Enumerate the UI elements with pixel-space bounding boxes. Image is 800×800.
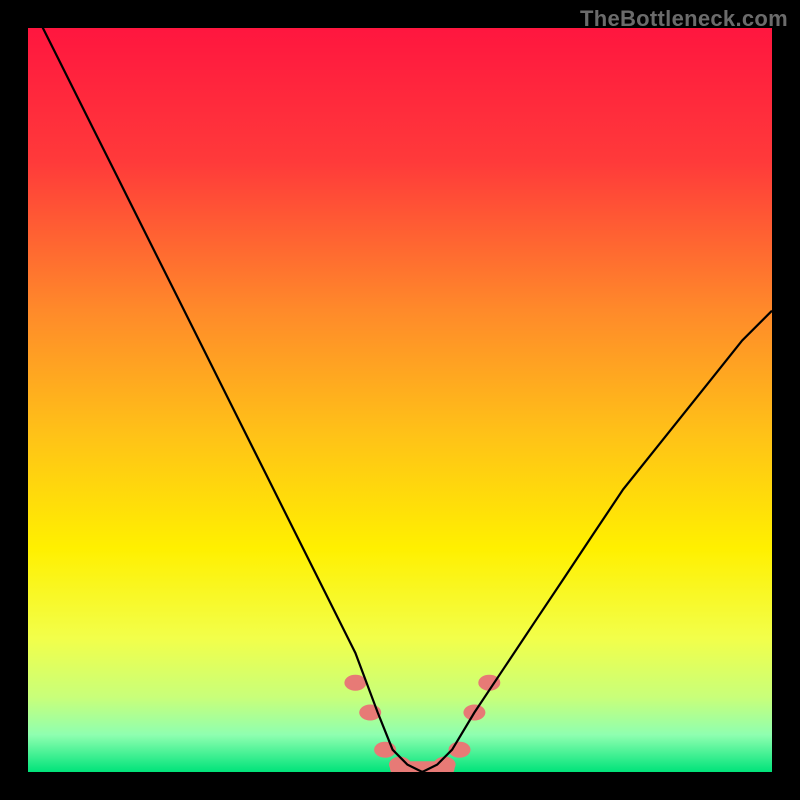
gradient-background — [28, 28, 772, 772]
attribution-text: TheBottleneck.com — [580, 6, 788, 32]
marker-point — [344, 675, 366, 691]
